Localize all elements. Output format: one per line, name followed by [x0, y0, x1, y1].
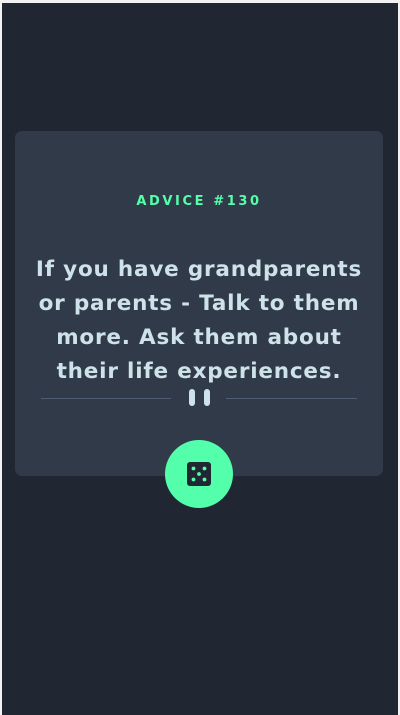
pause-bar-left [189, 389, 195, 406]
pattern-divider [41, 386, 357, 410]
divider-line-right [226, 398, 357, 399]
pause-icon [189, 389, 211, 407]
dice-icon [187, 462, 211, 486]
advice-id: ADVICE #130 [136, 193, 262, 209]
divider-line-left [41, 398, 171, 399]
new-advice-button[interactable] [165, 440, 233, 508]
advice-card: ADVICE #130 If you have grandparents or … [15, 131, 383, 476]
advice-quote: If you have grandparents or parents - Ta… [35, 256, 363, 384]
pause-bar-right [204, 389, 210, 406]
